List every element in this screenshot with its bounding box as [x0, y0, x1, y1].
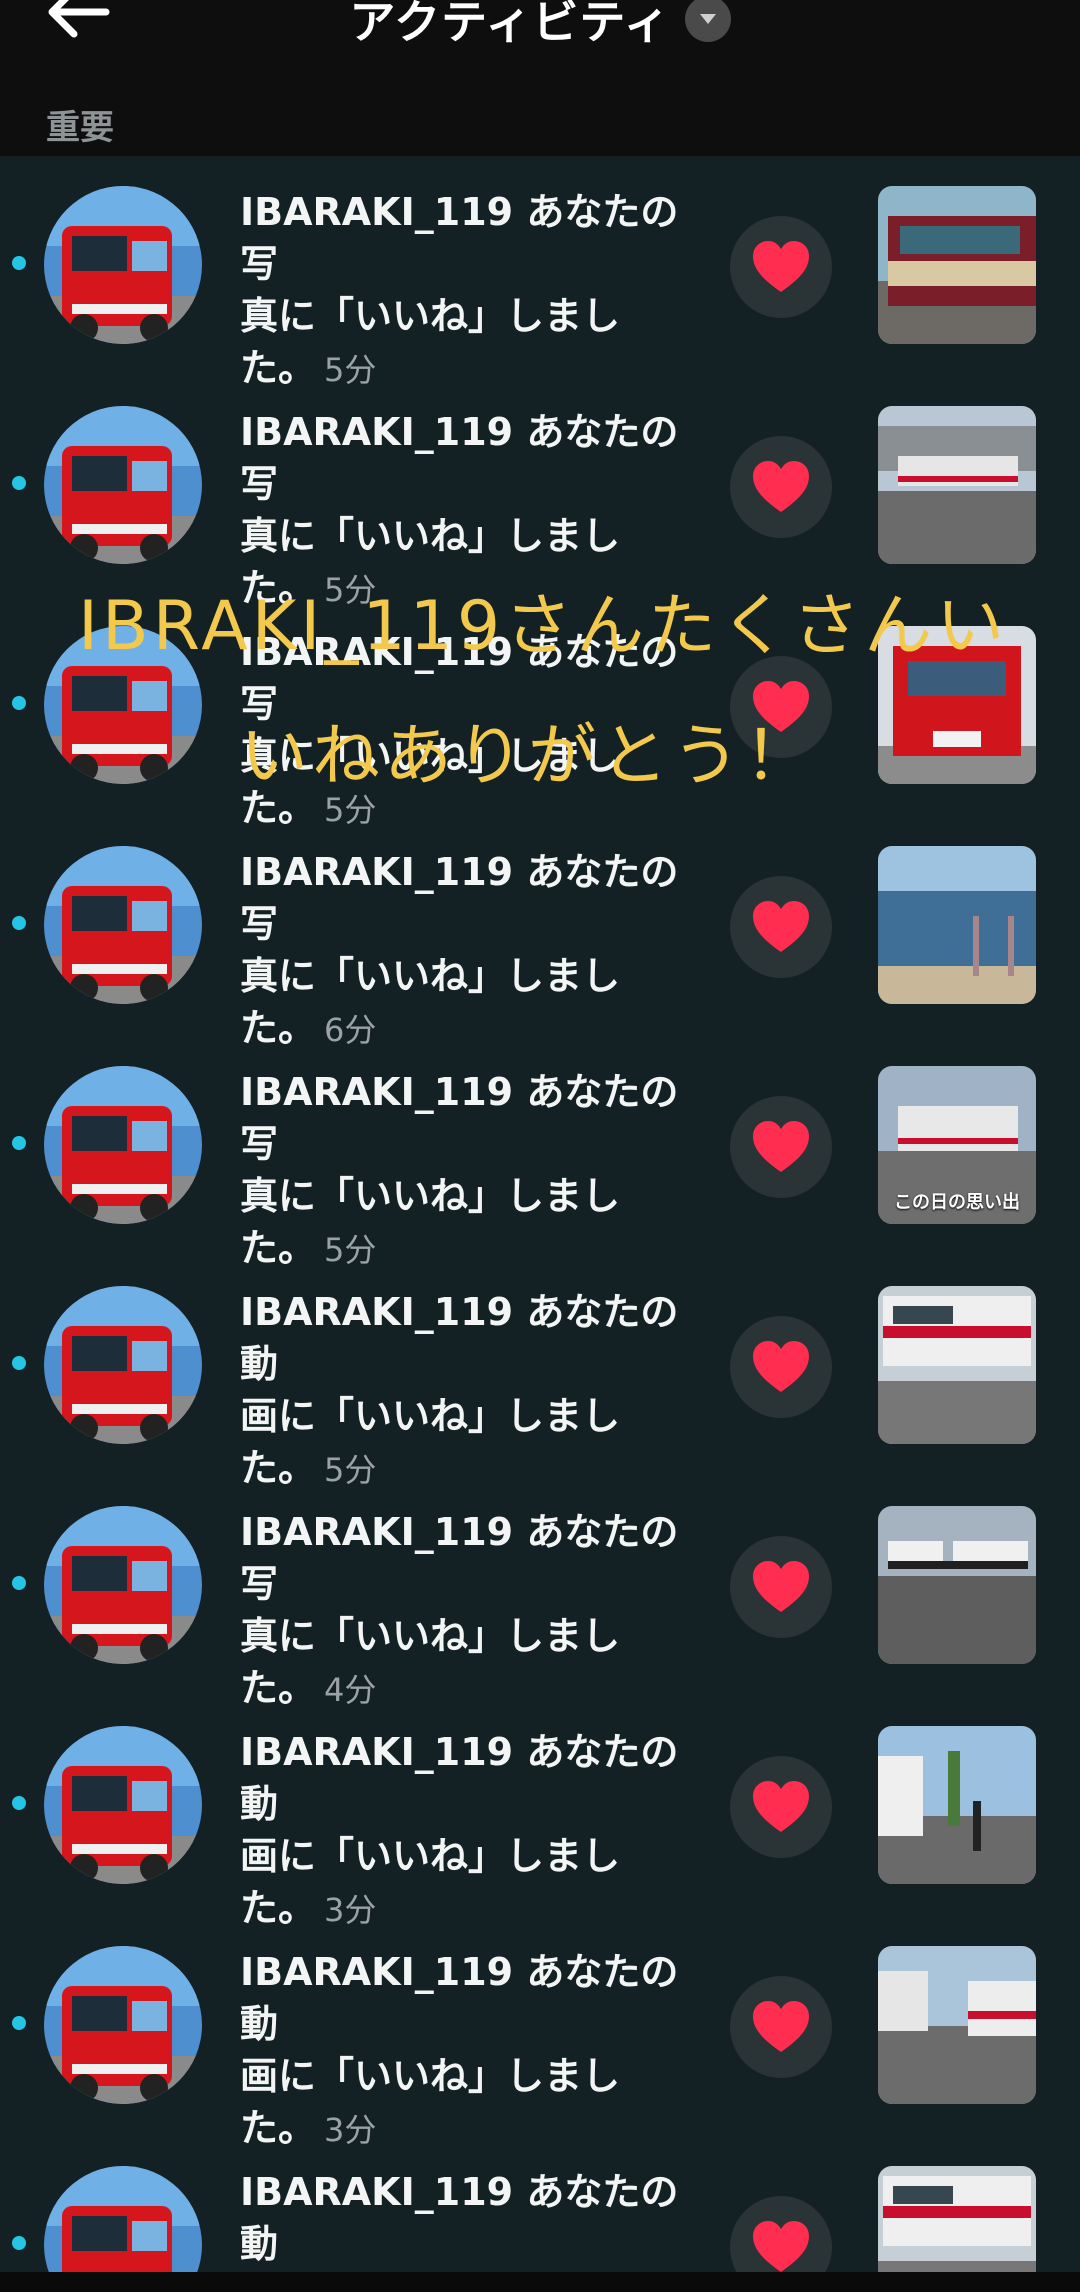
notification-line: 真に「いいね」しまし	[240, 294, 621, 338]
notification-line: IBARAKI_119 あなたの写	[240, 1070, 679, 1166]
caret-down-icon	[699, 14, 716, 24]
section-header	[0, 100, 1080, 156]
post-thumbnail[interactable]	[878, 1946, 1036, 2104]
unread-indicator	[12, 916, 26, 930]
like-button[interactable]	[730, 1756, 832, 1858]
unread-indicator	[12, 1796, 26, 1810]
notification-line: IBARAKI_119 あなたの動	[240, 1950, 679, 2046]
post-thumbnail[interactable]	[878, 406, 1036, 564]
notification-text[interactable]: IBARAKI_119 あなたの写 真に「いいね」しまし た。 5分	[240, 1066, 680, 1276]
notification-row[interactable]: IBARAKI_119 あなたの写 真に「いいね」しまし た。 4分	[0, 1476, 1080, 1710]
notification-row[interactable]: IBARAKI_119 あなたの動 画に「いいね」しまし た。 3分	[0, 1696, 1080, 1930]
post-thumbnail[interactable]	[878, 1506, 1036, 1664]
heart-icon	[753, 241, 809, 292]
like-button[interactable]	[730, 1316, 832, 1418]
notification-text[interactable]: IBARAKI_119 あなたの写 真に「いいね」しまし た。 6分	[240, 846, 680, 1056]
notification-row[interactable]: IBARAKI_119 あなたの写 真に「いいね」しまし た。 6分	[0, 816, 1080, 1050]
notification-line: 真に「いいね」しまし	[240, 1614, 621, 1658]
notification-text[interactable]: IBARAKI_119 あなたの写 真に「いいね」しまし た。 4分	[240, 1506, 680, 1716]
user-avatar[interactable]	[44, 186, 202, 344]
notification-row[interactable]: IBARAKI_119 あなたの動 画に「いいね」しまし た。 5分	[0, 1256, 1080, 1490]
notification-line: 画に「いいね」しまし	[240, 1394, 621, 1438]
heart-icon	[753, 461, 809, 512]
notification-line: IBARAKI_119 あなたの動	[240, 2170, 679, 2266]
unread-indicator	[12, 2236, 26, 2250]
like-button[interactable]	[730, 1976, 832, 2078]
train-photo	[878, 186, 1036, 344]
overlay-caption-line-1: IBRAKI_119さんたくさんい	[78, 587, 1009, 666]
like-button[interactable]	[730, 1536, 832, 1638]
title-dropdown-button[interactable]	[684, 0, 731, 42]
like-button[interactable]	[730, 436, 832, 538]
top-bar: アクティビティ	[0, 0, 1080, 100]
user-avatar[interactable]	[44, 1506, 202, 1664]
like-button[interactable]	[730, 216, 832, 318]
notification-line: 真に「いいね」しまし	[240, 514, 621, 558]
heart-icon	[753, 901, 809, 952]
notification-text[interactable]: IBARAKI_119 あなたの動 画に「いいね」しまし た。 5分	[240, 1286, 680, 1496]
notification-line: IBARAKI_119 あなたの写	[240, 410, 679, 506]
like-button[interactable]	[730, 876, 832, 978]
notification-line: IBARAKI_119 あなたの動	[240, 1730, 679, 1826]
post-thumbnail[interactable]	[878, 1286, 1036, 1444]
notification-row[interactable]: IBARAKI_119 あなたの写 真に「いいね」しまし た。 5分	[0, 376, 1080, 610]
notification-row[interactable]: IBARAKI_119 あなたの写 真に「いいね」しまし た。 5分 この日の思い出	[0, 1036, 1080, 1270]
heart-icon	[753, 2001, 809, 2052]
notification-line: IBARAKI_119 あなたの写	[240, 1510, 679, 1606]
notification-text[interactable]: IBARAKI_119 あなたの写 真に「いいね」しまし た。 5分	[240, 186, 680, 396]
heart-icon	[753, 1121, 809, 1172]
unread-indicator	[12, 1576, 26, 1590]
post-thumbnail[interactable]: この日の思い出	[878, 1066, 1036, 1224]
heart-icon	[753, 1561, 809, 1612]
section-label: 重要	[46, 108, 114, 148]
header-title[interactable]: アクティビティ	[0, 0, 1080, 52]
unread-indicator	[12, 1356, 26, 1370]
user-avatar[interactable]	[44, 846, 202, 1004]
notification-line: IBARAKI_119 あなたの写	[240, 850, 679, 946]
unread-indicator	[12, 2016, 26, 2030]
notification-row[interactable]: IBARAKI_119 あなたの動 画に「いいね」しまし た。 3分	[0, 1916, 1080, 2150]
unread-indicator	[12, 476, 26, 490]
bus-depot-photo	[878, 406, 1036, 564]
notification-text[interactable]: IBARAKI_119 あなたの動 画に「いいね」しまし た。 3分	[240, 1726, 680, 1936]
bus-stop-video	[878, 1946, 1036, 2104]
page-title: アクティビティ	[349, 0, 671, 49]
heart-icon	[753, 1341, 809, 1392]
notification-line: 画に「いいね」しまし	[240, 1834, 621, 1878]
activity-page: アクティビティ 重要 IBARAKI_119 あなたの写 真に「いいね」しまし た。…	[0, 0, 1080, 2292]
notification-line: 真に「いいね」しまし	[240, 954, 621, 998]
street-video	[878, 1726, 1036, 1884]
notification-line: IBARAKI_119 あなたの動	[240, 1290, 679, 1386]
user-avatar[interactable]	[44, 1066, 202, 1224]
sea-photo	[878, 846, 1036, 1004]
like-button[interactable]	[730, 1096, 832, 1198]
bus-video	[878, 1286, 1036, 1444]
unread-indicator	[12, 696, 26, 710]
user-avatar[interactable]	[44, 1946, 202, 2104]
police-cars-photo	[878, 1506, 1036, 1664]
user-avatar[interactable]	[44, 1286, 202, 1444]
user-avatar[interactable]	[44, 406, 202, 564]
unread-indicator	[12, 256, 26, 270]
notification-row[interactable]: IBARAKI_119 あなたの動画に「いいね」しまし	[0, 2136, 1080, 2292]
notification-text[interactable]: IBARAKI_119 あなたの動 画に「いいね」しまし た。 3分	[240, 1946, 680, 2156]
heart-icon	[753, 1781, 809, 1832]
heart-icon	[753, 2221, 809, 2272]
notification-line: 真に「いいね」しまし	[240, 1174, 621, 1218]
notification-line: IBARAKI_119 あなたの写	[240, 190, 679, 286]
notification-row[interactable]: IBARAKI_119 あなたの写 真に「いいね」しまし た。 5分	[0, 156, 1080, 390]
overlay-caption-line-2: いねありがとう！	[240, 717, 817, 796]
post-thumbnail[interactable]	[878, 1726, 1036, 1884]
notification-line: 画に「いいね」しまし	[240, 2054, 621, 2098]
post-thumbnail[interactable]	[878, 846, 1036, 1004]
post-thumbnail[interactable]	[878, 186, 1036, 344]
unread-indicator	[12, 1136, 26, 1150]
bottom-edge	[0, 2272, 1080, 2292]
user-avatar[interactable]	[44, 1726, 202, 1884]
thumbnail-caption: この日の思い出	[894, 1192, 1020, 1213]
